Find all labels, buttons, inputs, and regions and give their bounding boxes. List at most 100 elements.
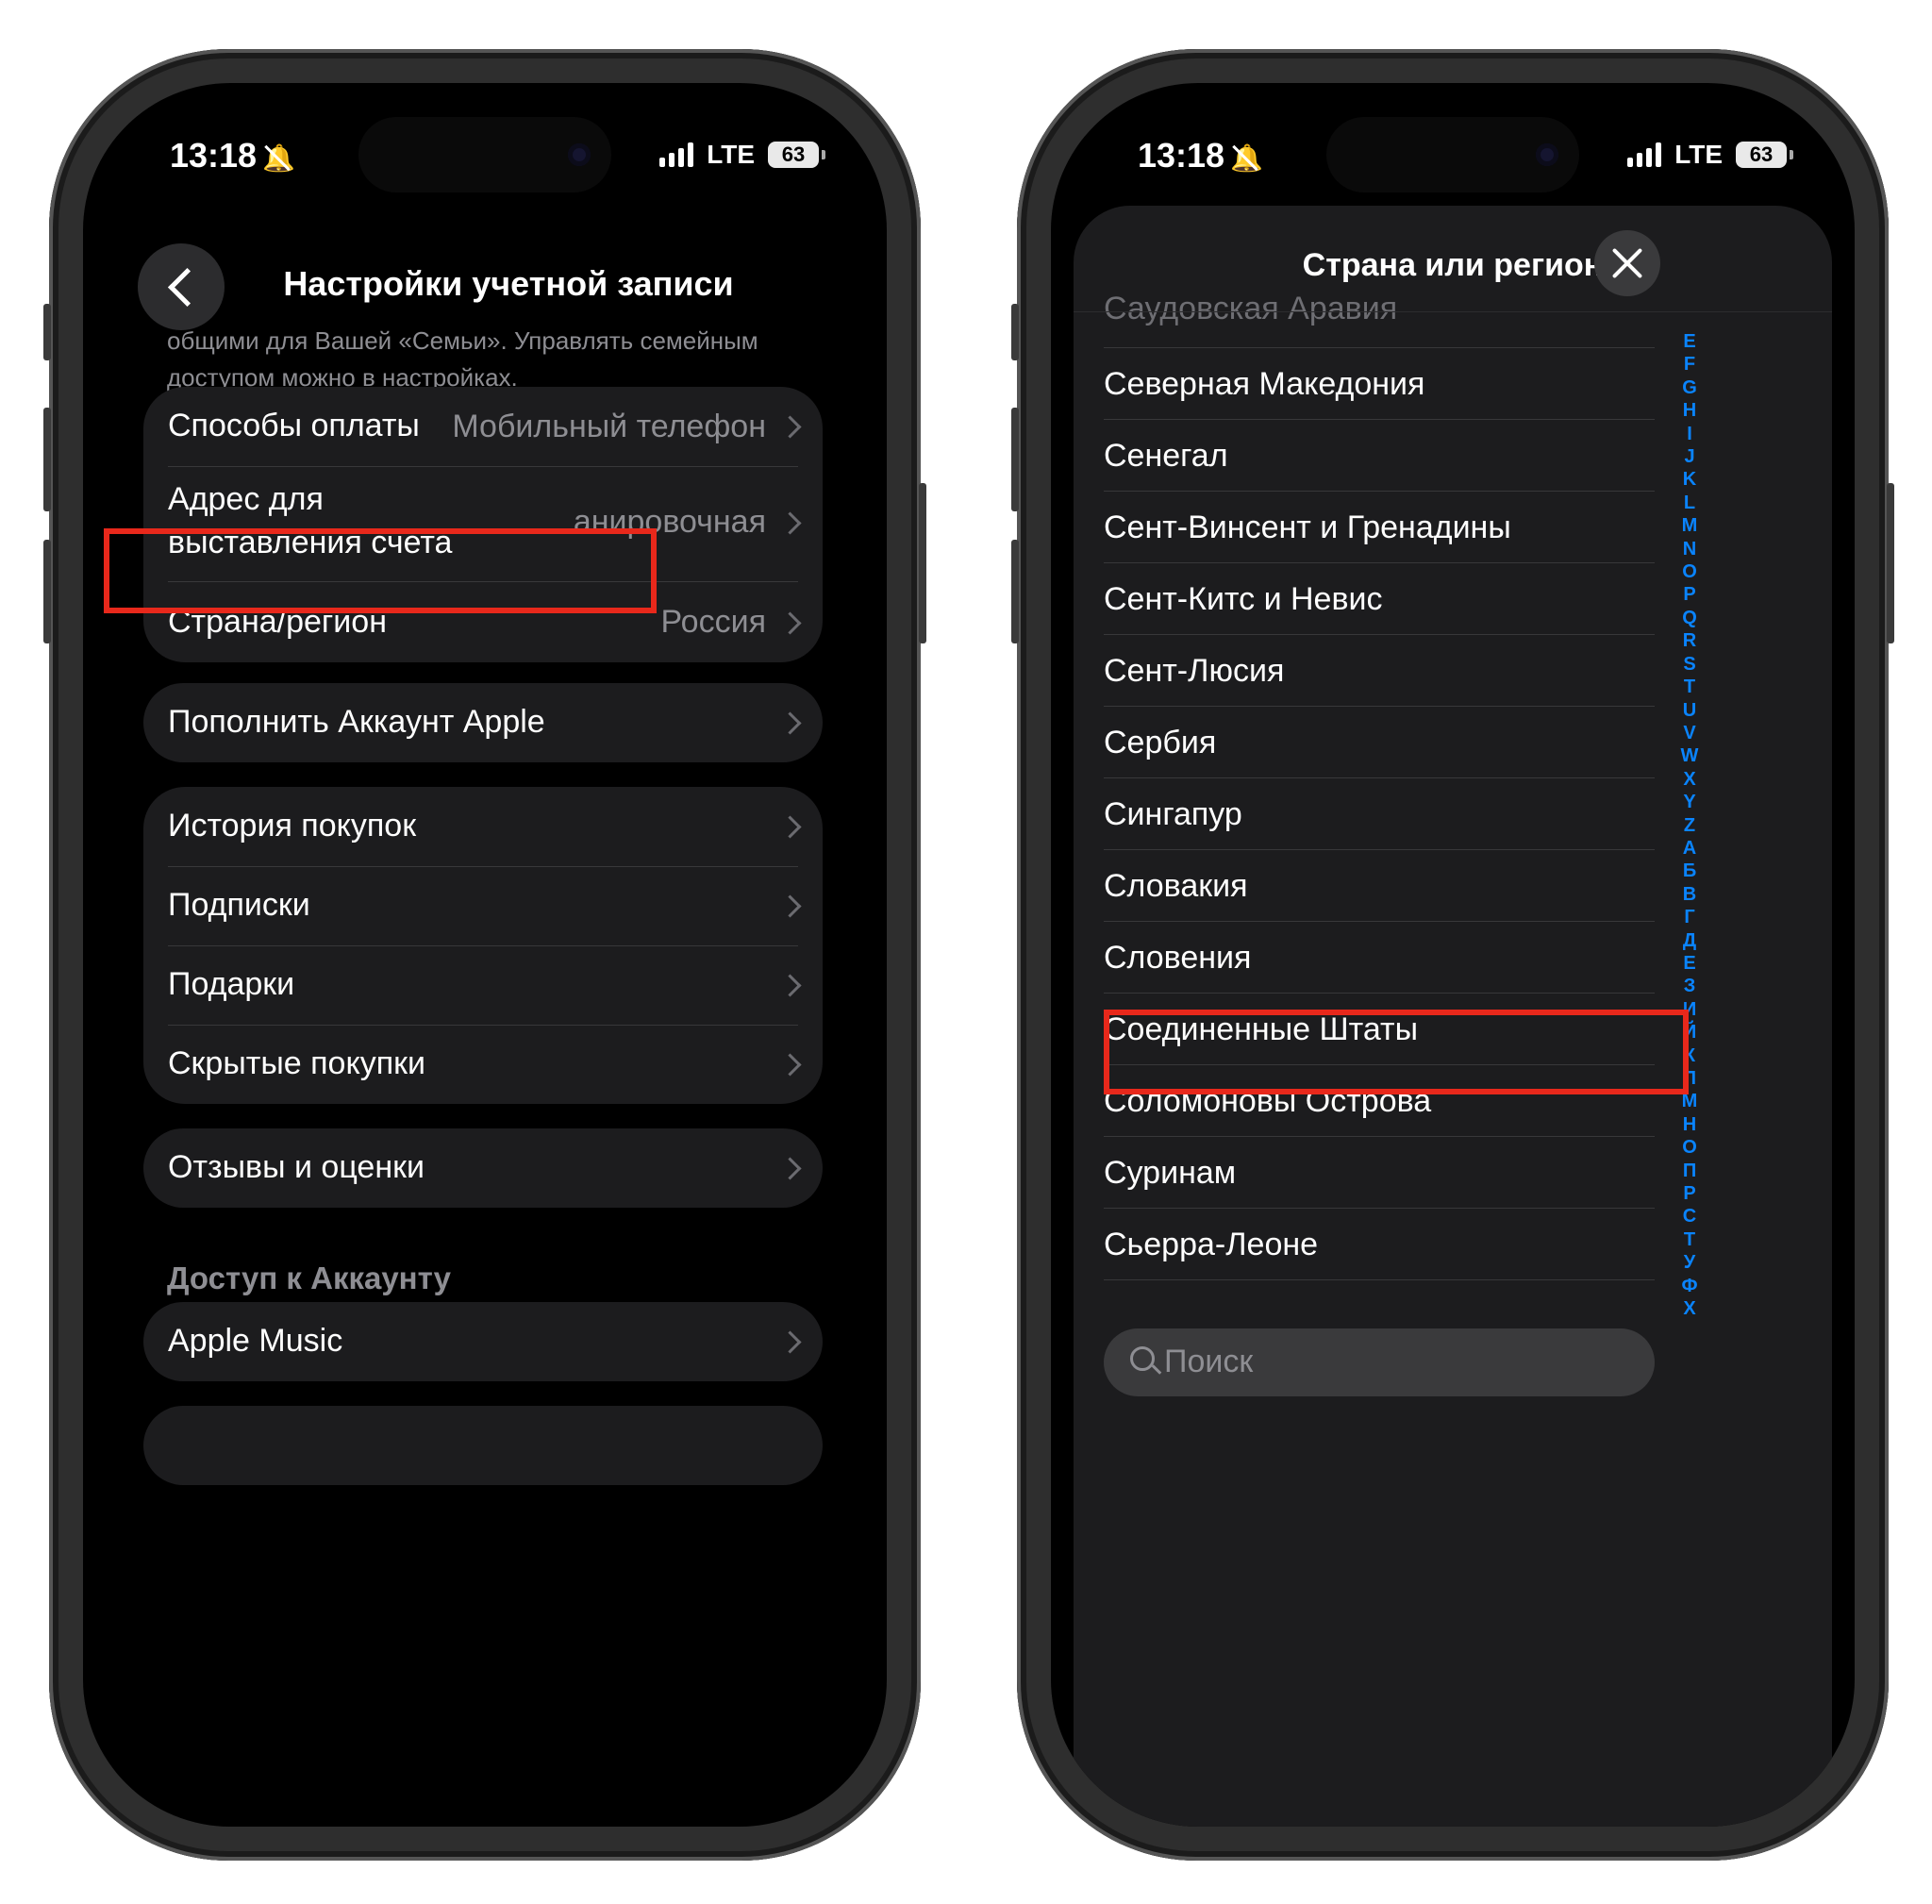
divider [1104, 921, 1655, 922]
chevron-right-icon [778, 1330, 802, 1354]
apple-music-label: Apple Music [168, 1323, 343, 1359]
hidden-purchases-label: Скрытые покупки [168, 1045, 425, 1081]
index-letter[interactable]: Y [1675, 791, 1704, 813]
divider [1104, 849, 1655, 850]
country-item[interactable]: Сент-Китс и Невис [1104, 581, 1383, 618]
apple-music-group: Apple Music [143, 1302, 823, 1381]
index-letter[interactable]: K [1675, 468, 1704, 491]
subscriptions-row[interactable]: Подписки [143, 866, 823, 945]
index-letter[interactable]: T [1675, 676, 1704, 698]
divider [1104, 347, 1655, 348]
right-phone: 13:18🔔 LTE 63 Страна или регион Саудовск… [1011, 49, 1894, 1861]
index-letter[interactable]: Д [1675, 929, 1704, 952]
country-item[interactable]: Сьерра-Леоне [1104, 1227, 1318, 1263]
status-time: 13:18🔔 [1138, 136, 1263, 175]
index-letter[interactable]: J [1675, 445, 1704, 468]
index-letter[interactable]: G [1675, 376, 1704, 399]
index-letter[interactable]: N [1675, 538, 1704, 560]
apple-music-row[interactable]: Apple Music [143, 1302, 823, 1381]
gifts-label: Подарки [168, 966, 295, 1002]
divider [1104, 993, 1655, 994]
index-letter[interactable]: H [1675, 399, 1704, 422]
topup-row[interactable]: Пополнить Аккаунт Apple [143, 683, 823, 762]
country-item[interactable]: Сент-Винсент и Гренадины [1104, 509, 1511, 546]
index-letter[interactable]: O [1675, 560, 1704, 583]
chevron-right-icon [778, 611, 802, 635]
index-letter[interactable]: О [1675, 1136, 1704, 1159]
gifts-row[interactable]: Подарки [143, 945, 823, 1025]
index-letter[interactable]: I [1675, 423, 1704, 445]
divider [1104, 1279, 1655, 1280]
network-label: LTE [1674, 140, 1723, 169]
back-button[interactable] [138, 243, 225, 330]
action-button [1011, 304, 1019, 360]
battery-icon: 63 [768, 142, 825, 168]
index-letter[interactable]: F [1675, 353, 1704, 376]
index-letter[interactable]: Б [1675, 860, 1704, 882]
index-letter[interactable]: E [1675, 330, 1704, 353]
search-placeholder: Поиск [1164, 1344, 1254, 1379]
index-letter[interactable]: X [1675, 768, 1704, 791]
country-item[interactable]: Суринам [1104, 1155, 1236, 1192]
topup-group: Пополнить Аккаунт Apple [143, 683, 823, 762]
index-letter[interactable]: Р [1675, 1182, 1704, 1205]
payment-methods-row[interactable]: Способы оплаты Мобильный телефон [143, 387, 823, 466]
index-letter[interactable]: L [1675, 492, 1704, 514]
index-letter[interactable]: V [1675, 722, 1704, 744]
chevron-right-icon [778, 1157, 802, 1180]
signal-icon [659, 142, 694, 167]
country-item[interactable]: Сенегал [1104, 438, 1228, 475]
volume-up-button [43, 408, 51, 511]
reviews-label: Отзывы и оценки [168, 1149, 425, 1185]
index-letter[interactable]: Z [1675, 814, 1704, 837]
index-letter[interactable]: Х [1675, 1297, 1704, 1320]
dynamic-island [1326, 117, 1579, 192]
account-info-group: Способы оплаты Мобильный телефон Адрес д… [143, 387, 823, 662]
index-letter[interactable]: В [1675, 883, 1704, 906]
index-letter[interactable]: Г [1675, 906, 1704, 928]
index-letter[interactable]: U [1675, 699, 1704, 722]
index-letter[interactable]: Е [1675, 952, 1704, 975]
index-letter[interactable]: Q [1675, 607, 1704, 629]
index-letter[interactable]: З [1675, 975, 1704, 997]
country-item[interactable]: Сингапур [1104, 796, 1242, 833]
side-button [1887, 483, 1894, 643]
country-item[interactable]: Словения [1104, 940, 1251, 977]
alphabet-index[interactable]: EFGHIJKLMNOPQRSTUVWXYZАБВГДЕЗИЙКЛМНОПРСТ… [1675, 330, 1704, 1320]
subscriptions-label: Подписки [168, 887, 310, 923]
purchase-history-row[interactable]: История покупок [143, 787, 823, 866]
left-screen: 13:18🔔 LTE 63 Настройки учетной записи о… [83, 83, 887, 1827]
close-button[interactable] [1594, 230, 1660, 296]
divider [1104, 419, 1655, 420]
hidden-purchases-row[interactable]: Скрытые покупки [143, 1025, 823, 1104]
side-button [919, 483, 926, 643]
battery-icon: 63 [1736, 142, 1793, 168]
index-letter[interactable]: Т [1675, 1228, 1704, 1251]
country-item[interactable]: Северная Македония [1104, 366, 1424, 403]
highlight-united-states [1104, 1010, 1689, 1094]
payment-methods-value: Мобильный телефон [452, 409, 766, 444]
index-letter[interactable]: Н [1675, 1113, 1704, 1136]
partial-country-item[interactable]: Саудовская Аравия [1104, 291, 1397, 327]
family-description: общими для Вашей «Семьи». Управлять семе… [167, 326, 758, 392]
index-letter[interactable]: P [1675, 583, 1704, 606]
index-letter[interactable]: W [1675, 744, 1704, 767]
index-letter[interactable]: П [1675, 1160, 1704, 1182]
index-letter[interactable]: M [1675, 514, 1704, 537]
country-item[interactable]: Сербия [1104, 725, 1216, 761]
country-item[interactable]: Словакия [1104, 868, 1248, 905]
volume-down-button [1011, 540, 1019, 643]
action-button [43, 304, 51, 360]
index-letter[interactable]: S [1675, 653, 1704, 676]
index-letter[interactable]: У [1675, 1251, 1704, 1274]
divider [1104, 1208, 1655, 1209]
index-letter[interactable]: С [1675, 1205, 1704, 1228]
chevron-right-icon [778, 511, 802, 535]
index-letter[interactable]: А [1675, 837, 1704, 860]
index-letter[interactable]: Ф [1675, 1275, 1704, 1297]
country-item[interactable]: Сент-Люсия [1104, 653, 1284, 690]
index-letter[interactable]: R [1675, 629, 1704, 652]
bell-muted-icon: 🔔 [262, 143, 295, 173]
search-field[interactable]: Поиск [1104, 1328, 1655, 1396]
reviews-row[interactable]: Отзывы и оценки [143, 1128, 823, 1208]
